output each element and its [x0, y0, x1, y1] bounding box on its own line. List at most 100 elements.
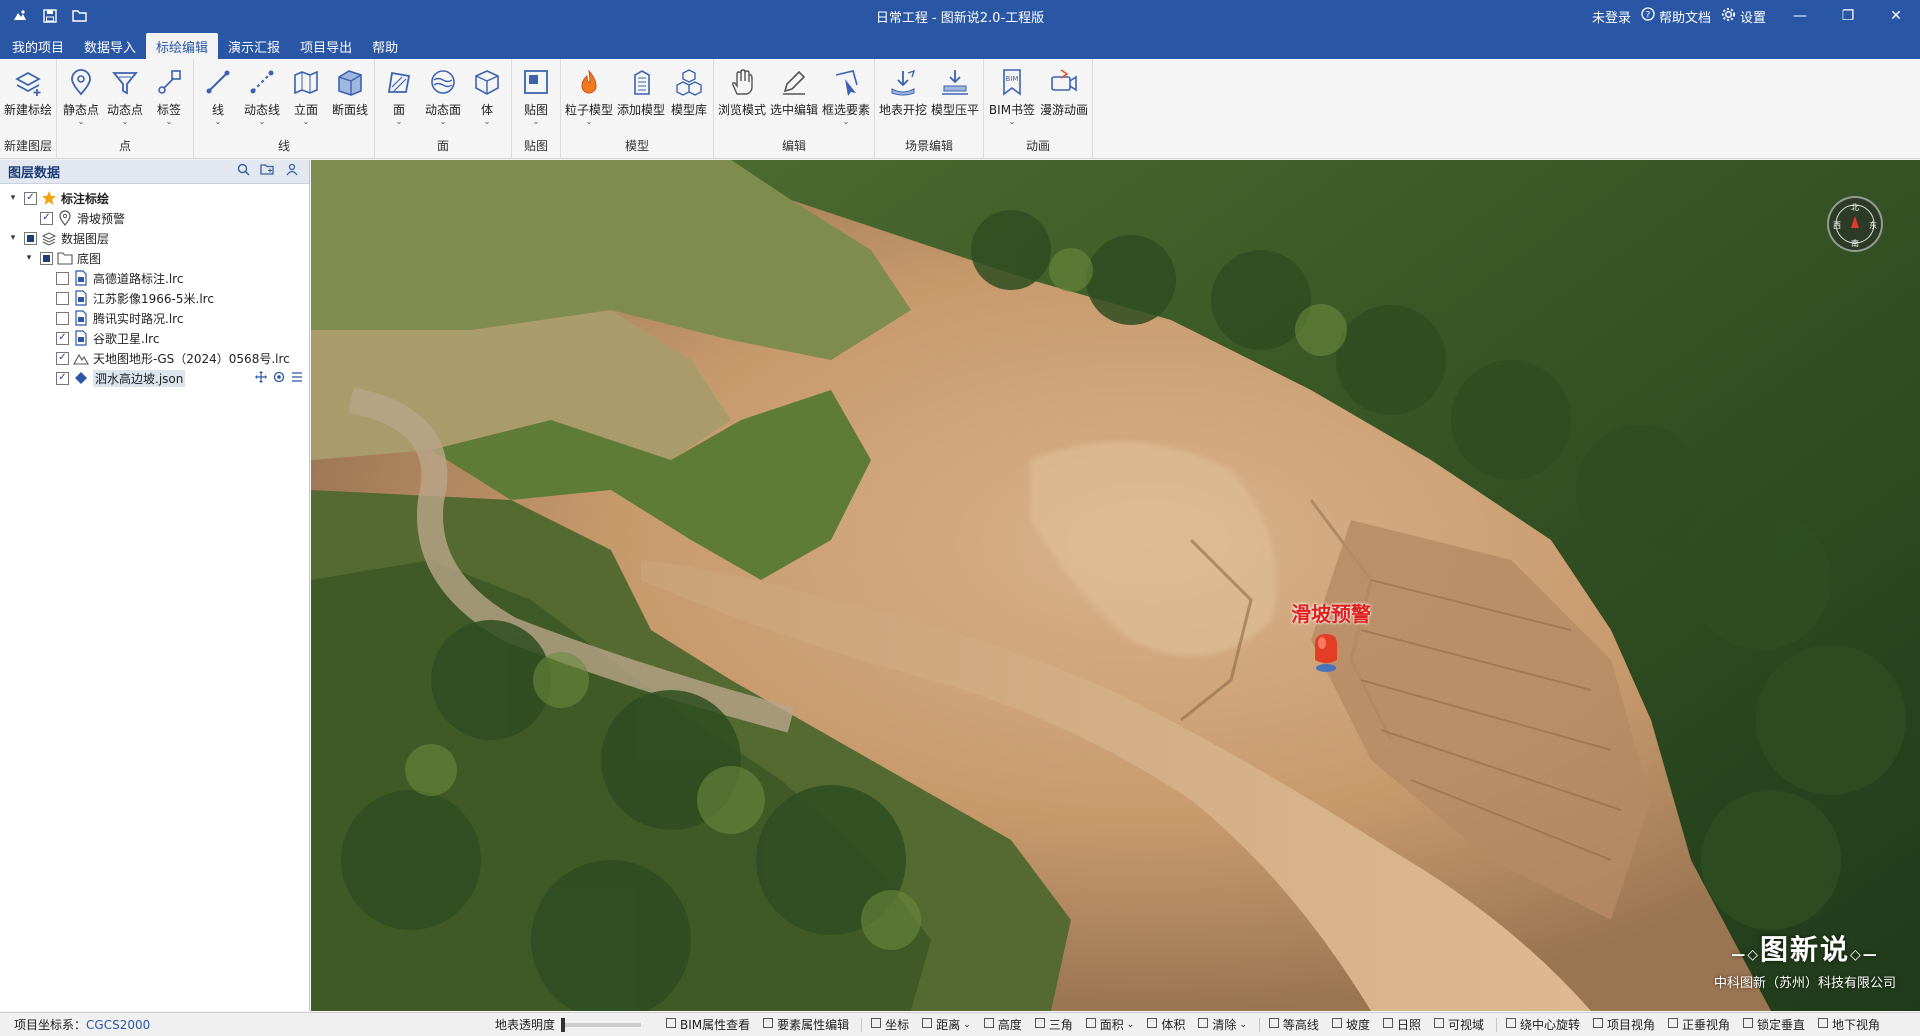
menu-tab[interactable]: 演示汇报 [218, 33, 290, 59]
ribbon-button[interactable]: 断面线 [328, 63, 372, 137]
ribbon-button[interactable]: 漫游动画 [1038, 63, 1090, 137]
chevron-down-icon[interactable]: ⌄ [533, 118, 540, 126]
ribbon-button[interactable]: 动态面 ⌄ [421, 63, 465, 137]
transparency-slider[interactable] [561, 1017, 642, 1032]
chevron-down-icon[interactable]: ⌄ [259, 118, 266, 126]
chevron-down-icon[interactable]: ⌄ [843, 118, 850, 126]
chevron-down-icon[interactable]: ⌄ [78, 118, 85, 126]
layer-checkbox[interactable] [56, 311, 69, 325]
menu-tab[interactable]: 数据导入 [74, 33, 146, 59]
layer-tree-item[interactable]: 高德道路标注.lrc [0, 268, 309, 288]
layer-tree-item[interactable]: ✓ 谷歌卫星.lrc [0, 328, 309, 348]
menu-tab[interactable]: 帮助 [362, 33, 408, 59]
status-tool[interactable]: 项目视角 [1592, 1016, 1655, 1033]
crs-value[interactable]: CGCS2000 [86, 1018, 150, 1032]
status-tool[interactable]: 日照 [1382, 1016, 1421, 1033]
help-doc-link[interactable]: ? 帮助文档 [1641, 7, 1711, 26]
user-layer-icon[interactable] [285, 163, 299, 180]
layer-checkbox[interactable] [56, 291, 69, 305]
chevron-down-icon[interactable]: ⌄ [122, 118, 129, 126]
status-tool[interactable]: 正垂视角 [1667, 1016, 1730, 1033]
layer-tree-item[interactable]: ▾ 数据图层 [0, 228, 309, 248]
landslide-warning-marker[interactable]: 滑坡预警 [1291, 602, 1371, 677]
add-folder-icon[interactable] [260, 163, 275, 180]
layer-checkbox[interactable]: ✓ [40, 211, 53, 225]
ribbon-button[interactable]: 动态线 ⌄ [240, 63, 284, 137]
chevron-down-icon[interactable]: ⌄ [215, 118, 222, 126]
ribbon-button[interactable]: 框选要素 ⌄ [820, 63, 872, 137]
ribbon-button[interactable]: 面 ⌄ [377, 63, 421, 137]
chevron-down-icon[interactable]: ⌄ [396, 118, 403, 126]
ribbon-button[interactable]: 贴图 ⌄ [514, 63, 558, 137]
status-tool[interactable]: 地下视角 [1817, 1016, 1880, 1033]
layer-checkbox[interactable] [24, 231, 37, 245]
layer-checkbox[interactable]: ✓ [24, 191, 37, 205]
status-tool[interactable]: 等高线 [1268, 1016, 1319, 1033]
app-logo-icon[interactable] [10, 6, 30, 26]
ribbon-button[interactable]: 新建标绘 [2, 63, 54, 137]
chevron-down-icon[interactable]: ⌄ [1009, 118, 1016, 126]
expand-toggle-icon[interactable]: ▾ [6, 193, 20, 203]
layer-checkbox[interactable]: ✓ [56, 371, 69, 385]
menu-tab[interactable]: 项目导出 [290, 33, 362, 59]
layer-checkbox[interactable]: ✓ [56, 331, 69, 345]
chevron-down-icon[interactable]: ⌄ [303, 118, 310, 126]
ribbon-button[interactable]: 模型压平 [929, 63, 981, 137]
close-button[interactable]: ✕ [1872, 0, 1920, 32]
layer-checkbox[interactable] [56, 271, 69, 285]
ribbon-button[interactable]: 静态点 ⌄ [59, 63, 103, 137]
search-icon[interactable] [237, 163, 250, 180]
menu-tab[interactable]: 标绘编辑 [146, 33, 219, 59]
status-tool[interactable]: 坐标 [870, 1016, 909, 1033]
status-tool[interactable]: 可视域 [1433, 1016, 1484, 1033]
ribbon-button[interactable]: 体 ⌄ [465, 63, 509, 137]
ribbon-button[interactable]: 粒子模型 ⌄ [563, 63, 615, 137]
layer-tree-item[interactable]: ✓ 滑坡预警 [0, 208, 309, 228]
status-tool[interactable]: 要素属性编辑 [762, 1016, 849, 1033]
ribbon-button[interactable]: 模型库 [667, 63, 711, 137]
status-tool[interactable]: BIM属性查看 [665, 1016, 750, 1033]
save-icon[interactable] [40, 6, 60, 26]
status-tool[interactable]: 高度 [983, 1016, 1022, 1033]
status-tool[interactable]: 锁定垂直 [1742, 1016, 1805, 1033]
layer-tree-item[interactable]: ▾ ✓ 标注标绘 [0, 188, 309, 208]
status-tool[interactable]: 体积 [1146, 1016, 1185, 1033]
ribbon-button[interactable]: 立面 ⌄ [284, 63, 328, 137]
layer-tree-item[interactable]: ✓ 天地图地形-GS（2024）0568号.lrc [0, 348, 309, 368]
ribbon-button[interactable]: 浏览模式 [716, 63, 768, 137]
status-tool[interactable]: 三角 [1034, 1016, 1073, 1033]
layer-tree-item[interactable]: 腾讯实时路况.lrc [0, 308, 309, 328]
ribbon-button[interactable]: 选中编辑 [768, 63, 820, 137]
settings-link[interactable]: 设置 [1721, 7, 1766, 26]
minimize-button[interactable]: — [1776, 0, 1824, 32]
chevron-down-icon[interactable]: ⌄ [484, 118, 491, 126]
layer-tree-item[interactable]: 江苏影像1966-5米.lrc [0, 288, 309, 308]
chevron-down-icon[interactable]: ⌄ [166, 118, 173, 126]
ribbon-button[interactable]: 地表开挖 [877, 63, 929, 137]
layer-checkbox[interactable]: ✓ [56, 351, 69, 365]
folder-open-icon[interactable] [70, 6, 90, 26]
status-tool[interactable]: 面积 ⌄ [1085, 1016, 1135, 1033]
layer-tree-item[interactable]: ✓ 泗水高边坡.json [0, 368, 309, 388]
ribbon-button[interactable]: 动态点 ⌄ [103, 63, 147, 137]
chevron-down-icon[interactable]: ⌄ [1239, 1020, 1247, 1030]
status-tool[interactable]: 清除 ⌄ [1197, 1016, 1247, 1033]
ribbon-button[interactable]: 添加模型 [615, 63, 667, 137]
login-link[interactable]: 未登录 [1592, 7, 1631, 26]
locate-icon[interactable] [273, 371, 285, 386]
layer-tree-item[interactable]: ▾ 底图 [0, 248, 309, 268]
ribbon-button[interactable]: 线 ⌄ [196, 63, 240, 137]
move-icon[interactable] [255, 370, 267, 386]
compass-widget[interactable]: 北 东 南 西 [1827, 196, 1883, 252]
list-menu-icon[interactable] [291, 371, 303, 386]
status-tool[interactable]: 坡度 [1331, 1016, 1370, 1033]
chevron-down-icon[interactable]: ⌄ [963, 1020, 971, 1030]
map-3d-view[interactable]: 滑坡预警 [311, 160, 1920, 1011]
status-tool[interactable]: 距离 ⌄ [921, 1016, 971, 1033]
chevron-down-icon[interactable]: ⌄ [1127, 1020, 1135, 1030]
expand-toggle-icon[interactable]: ▾ [6, 233, 20, 243]
expand-toggle-icon[interactable]: ▾ [22, 253, 36, 263]
ribbon-button[interactable]: BIM BIM书签 ⌄ [986, 63, 1038, 137]
ribbon-button[interactable]: 标签 ⌄ [147, 63, 191, 137]
slider-knob[interactable] [561, 1017, 566, 1032]
